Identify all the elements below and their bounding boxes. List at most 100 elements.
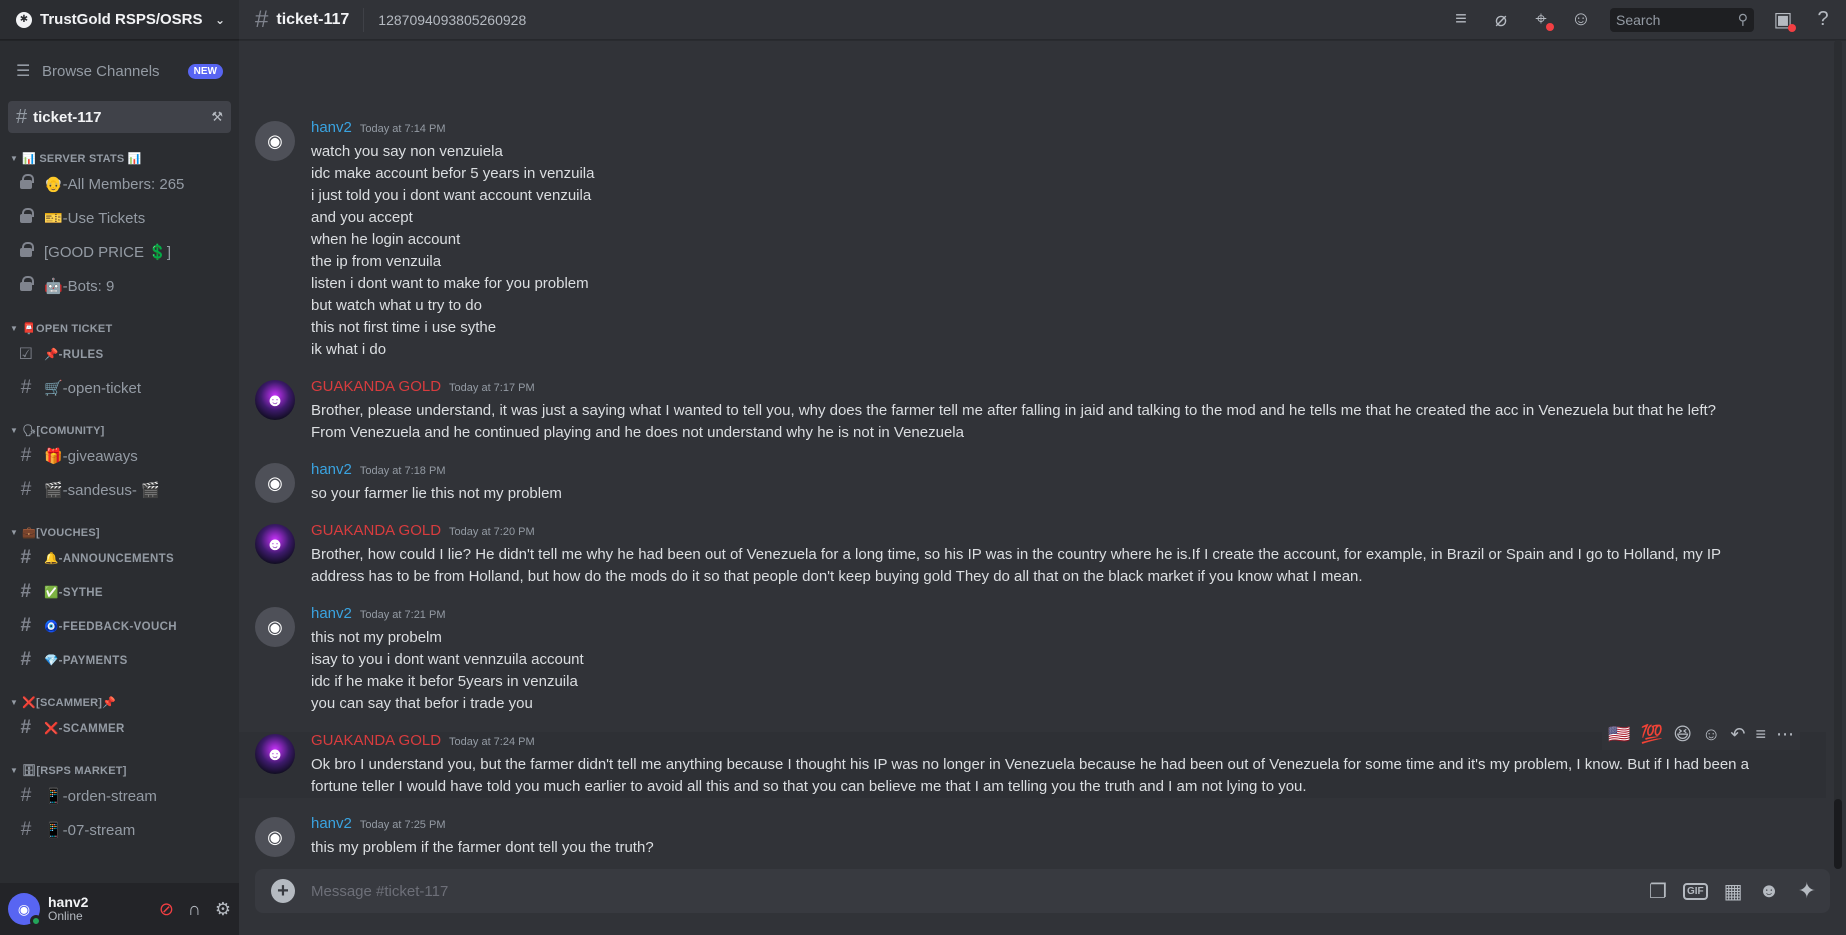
message-author[interactable]: hanv2 — [311, 815, 352, 832]
profile-picture-icon: ☻ — [265, 389, 285, 410]
add-reaction-icon[interactable]: ☺ — [1702, 724, 1720, 745]
category-header[interactable]: ▼ 📮OPEN TICKET — [8, 319, 231, 337]
chevron-down-icon: ▼ — [10, 323, 19, 333]
notification-bell-muted-icon[interactable]: ⌀ — [1490, 7, 1512, 32]
category-header[interactable]: ▼ 💼[VOUCHES] — [8, 523, 231, 541]
quick-reaction-button[interactable]: 💯 — [1641, 724, 1663, 745]
channel-label: 📱-orden-stream — [44, 788, 157, 805]
profile-picture-icon: ☻ — [265, 743, 285, 764]
pinned-messages-icon[interactable]: ⌖ — [1530, 8, 1554, 31]
message-text: when he login account — [311, 231, 461, 248]
emoji-icon[interactable]: ☻ — [1759, 880, 1780, 903]
create-thread-icon[interactable]: ≡ — [1755, 724, 1766, 745]
message-group[interactable]: ◉ hanv2 Today at 7:18 PM so your farmer lie… — [239, 461, 1826, 505]
user-info[interactable]: hanv2 Online — [48, 894, 88, 924]
hash-icon: # — [20, 547, 32, 568]
headphones-icon[interactable]: ∩ — [188, 899, 201, 920]
mute-microphone-icon[interactable]: ⊘ — [159, 899, 174, 920]
quick-reaction-button[interactable]: 🇺🇸 — [1608, 724, 1630, 745]
channel-item[interactable]: # ❌-SCAMMER — [8, 711, 231, 745]
avatar[interactable]: ☻ — [255, 524, 295, 564]
inbox-icon[interactable]: ▣ — [1772, 7, 1796, 32]
browse-list-icon: ☰ — [16, 63, 31, 80]
scrollbar-thumb[interactable] — [1834, 799, 1842, 869]
category-list: ▼ 📊 SERVER STATS 📊 👴-All Members: 265 🎫-Use… — [8, 149, 231, 847]
message-composer: + ❐ GIF ▦ ☻ ✦ — [239, 869, 1846, 935]
message-text: and you accept — [311, 209, 413, 226]
user-status: Online — [48, 909, 83, 924]
channel-item[interactable]: # 📱-07-stream — [8, 813, 231, 847]
sticker-icon[interactable]: ▦ — [1724, 879, 1743, 904]
message-author[interactable]: GUAKANDA GOLD — [311, 378, 441, 395]
gif-icon[interactable]: GIF — [1682, 882, 1708, 900]
channel-item[interactable]: # 🎬-sandesus- 🎬 — [8, 473, 231, 507]
message-list[interactable]: ◉ hanv2 Today at 7:14 PM watch you say non … — [239, 40, 1846, 869]
channel-item[interactable]: # ✅-SYTHE — [8, 575, 231, 609]
category-header[interactable]: ▼ ❌[SCAMMER]📌 — [8, 693, 231, 711]
channel-item[interactable]: # 💎-PAYMENTS — [8, 643, 231, 677]
message-author[interactable]: GUAKANDA GOLD — [311, 522, 441, 539]
channel-header: # ticket-117 1287094093805260928 ≡ ⌀ ⌖ ☺… — [239, 0, 1846, 40]
message-group[interactable]: ◉ hanv2 Today at 7:25 PM this my problem if… — [239, 815, 1826, 859]
channel-item[interactable]: # 🛒-open-ticket — [8, 371, 231, 405]
avatar[interactable]: ◉ — [255, 607, 295, 647]
channel-label: [GOOD PRICE 💲] — [44, 244, 172, 261]
gift-icon[interactable]: ❐ — [1649, 879, 1667, 904]
category-header[interactable]: ▼ 🗄[RSPS MARKET] — [8, 761, 231, 779]
channel-item[interactable]: # 🔔-ANNOUNCEMENTS — [8, 541, 231, 575]
channel-item[interactable]: 👴-All Members: 265 — [8, 167, 231, 201]
message-input[interactable] — [311, 882, 1649, 900]
message-group[interactable]: ◉ hanv2 Today at 7:21 PM this not my probel… — [239, 605, 1826, 715]
message-group[interactable]: ◉ hanv2 Today at 7:14 PM watch you say non … — [239, 119, 1826, 361]
category-header[interactable]: ▼ 🗣[COMUNITY] — [8, 421, 231, 439]
channel-item[interactable]: # 📱-orden-stream — [8, 779, 231, 813]
apps-icon[interactable]: ✦ — [1798, 878, 1816, 904]
channel-item[interactable]: # 🧿-FEEDBACK-VOUCH — [8, 609, 231, 643]
channel-item[interactable]: 🤖-Bots: 9 — [8, 269, 231, 303]
message-group[interactable]: ☻ GUAKANDA GOLD Today at 7:20 PM Brother, h… — [239, 522, 1826, 588]
avatar[interactable]: ☻ — [255, 380, 295, 420]
avatar[interactable]: ☻ — [255, 734, 295, 774]
member-list-icon[interactable]: ☺ — [1570, 8, 1592, 31]
category-header[interactable]: ▼ 📊 SERVER STATS 📊 — [8, 149, 231, 167]
avatar[interactable]: ◉ — [8, 893, 42, 927]
channel-item[interactable]: [GOOD PRICE 💲] — [8, 235, 231, 269]
category-label: 🗄[RSPS MARKET] — [22, 764, 127, 777]
inbox-unread-dot — [1788, 24, 1796, 32]
avatar[interactable]: ◉ — [255, 817, 295, 857]
channel-item[interactable]: ☑ 📌-RULES — [8, 337, 231, 371]
channel-sidebar: ✱ TrustGold RSPS/OSRS ⌄ ☰ Browse Channel… — [0, 0, 239, 935]
channel-item-selected[interactable]: # ticket-117 ⚒ — [8, 101, 231, 133]
message-author[interactable]: hanv2 — [311, 461, 352, 478]
message-author[interactable]: GUAKANDA GOLD — [311, 732, 441, 749]
avatar[interactable]: ◉ — [255, 463, 295, 503]
category-label: ❌[SCAMMER]📌 — [22, 696, 117, 709]
server-header[interactable]: ✱ TrustGold RSPS/OSRS ⌄ — [0, 0, 239, 40]
gear-icon[interactable]: ⚙ — [215, 899, 231, 920]
message-group[interactable]: ☻ GUAKANDA GOLD Today at 7:24 PM Ok bro I u… — [239, 718, 1826, 798]
message-author[interactable]: hanv2 — [311, 605, 352, 622]
threads-icon[interactable]: ≡ — [1450, 8, 1472, 31]
scrollbar[interactable] — [1834, 40, 1842, 869]
message-group[interactable]: ☻ GUAKANDA GOLD Today at 7:17 PM Brother, p… — [239, 378, 1826, 444]
chevron-down-icon[interactable]: ⌄ — [215, 13, 225, 27]
category-label: 📮OPEN TICKET — [22, 322, 113, 335]
chat-area: # ticket-117 1287094093805260928 ≡ ⌀ ⌖ ☺… — [239, 0, 1846, 935]
help-icon[interactable]: ? — [1812, 8, 1834, 31]
browse-channels[interactable]: ☰ Browse Channels NEW — [8, 54, 231, 88]
more-options-icon[interactable]: ⋯ — [1776, 724, 1794, 745]
channel-item[interactable]: # 🎁-giveaways — [8, 439, 231, 473]
hash-icon: # — [16, 105, 28, 128]
attach-plus-button[interactable]: + — [271, 879, 295, 903]
search-input[interactable]: Search ⚲ — [1610, 7, 1754, 32]
add-member-icon[interactable]: ⚒ — [211, 109, 223, 125]
profile-picture-icon: ☻ — [265, 533, 285, 554]
discord-logo-icon: ◉ — [267, 826, 283, 847]
avatar[interactable]: ◉ — [255, 121, 295, 161]
channel-item[interactable]: 🎫-Use Tickets — [8, 201, 231, 235]
reply-icon[interactable]: ↶ — [1730, 724, 1745, 745]
discord-logo-icon: ◉ — [267, 130, 283, 151]
message-text: Brother, please understand, it was just … — [311, 402, 1716, 419]
message-author[interactable]: hanv2 — [311, 119, 352, 136]
quick-reaction-button[interactable]: 😆 — [1673, 724, 1692, 745]
